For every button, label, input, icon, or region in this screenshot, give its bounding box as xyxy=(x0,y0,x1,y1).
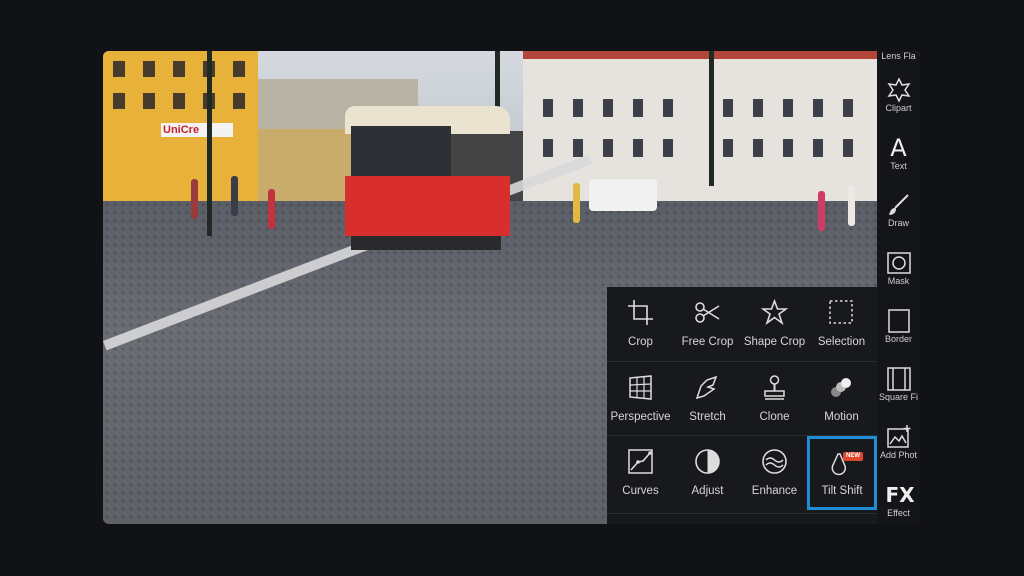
toolbar-item-label: Square Fi xyxy=(878,392,919,402)
photo-person xyxy=(191,179,198,219)
add-photo-icon xyxy=(886,425,910,448)
tool-label: Crop xyxy=(628,336,653,348)
toolbar-item-mask[interactable]: Mask xyxy=(877,250,920,286)
tools-row: Crop Free Crop Shape Crop Selection xyxy=(607,287,877,361)
tool-selection[interactable]: Selection xyxy=(808,287,875,361)
tool-tilt-shift[interactable]: NEW Tilt Shift xyxy=(807,436,877,510)
tool-crop[interactable]: Crop xyxy=(607,287,674,361)
toolbar-item-border[interactable]: Border xyxy=(877,308,920,344)
toolbar-item-label: Effect xyxy=(887,508,910,518)
tools-row: Curves Adjust Enhance NEW Tilt Shift xyxy=(607,435,877,510)
editor-canvas[interactable]: UniCre Lens Fla Clipart A Text Draw Mask… xyxy=(103,51,920,524)
photo-pole xyxy=(207,51,212,236)
stretch-icon xyxy=(695,375,718,400)
toolbar-item-square-fit[interactable]: Square Fi xyxy=(877,366,920,402)
tool-shape-crop[interactable]: Shape Crop xyxy=(741,287,808,361)
tools-row-partial xyxy=(607,513,877,524)
toolbar-item-effect[interactable]: FX Effect xyxy=(877,482,920,518)
tools-panel: Crop Free Crop Shape Crop Selection Pers… xyxy=(607,287,877,524)
motion-icon xyxy=(831,378,851,397)
mask-icon xyxy=(886,252,911,274)
toolbar-item-label: Text xyxy=(890,161,907,171)
tool-clone[interactable]: Clone xyxy=(741,362,808,436)
tool-label: Enhance xyxy=(751,485,798,497)
fx-icon: FX xyxy=(885,483,915,507)
selection-icon xyxy=(829,300,853,324)
tool-label: Tilt Shift xyxy=(821,485,863,497)
photo-person xyxy=(268,189,275,229)
tool-stretch[interactable]: Stretch xyxy=(674,362,741,436)
toolbar-item-label: Mask xyxy=(887,276,910,286)
tool-label: Perspective xyxy=(610,411,671,423)
toolbar-item-label: Draw xyxy=(887,218,909,228)
tool-perspective[interactable]: Perspective xyxy=(607,362,674,436)
adjust-icon xyxy=(695,449,720,474)
tool-label: Shape Crop xyxy=(743,336,806,348)
scissors-icon xyxy=(695,302,720,323)
tool-label: Curves xyxy=(622,485,659,497)
perspective-icon xyxy=(629,375,652,400)
brush-icon xyxy=(888,194,909,215)
tool-label: Motion xyxy=(824,411,859,423)
toolbar-item-label: Clipart xyxy=(885,103,912,113)
enhance-icon xyxy=(762,449,787,474)
clipart-icon xyxy=(886,77,911,103)
tool-free-crop[interactable]: Free Crop xyxy=(674,287,741,361)
tool-label: Selection xyxy=(817,336,866,348)
tool-motion[interactable]: Motion xyxy=(808,362,875,436)
photo-sign: UniCre xyxy=(161,123,233,137)
text-icon: A xyxy=(890,134,907,162)
square-fit-icon xyxy=(886,367,911,391)
photo-van xyxy=(589,179,657,211)
tool-adjust[interactable]: Adjust xyxy=(674,436,741,510)
curves-icon xyxy=(628,449,653,474)
photo-person xyxy=(848,186,855,226)
star-icon xyxy=(761,299,788,326)
tool-curves[interactable]: Curves xyxy=(607,436,674,510)
photo-person xyxy=(818,191,825,231)
toolbar-item-add-photo[interactable]: Add Phot xyxy=(877,424,920,460)
crop-icon xyxy=(628,300,653,325)
photo-tram xyxy=(345,106,510,256)
toolbar-item-lens-flare-label[interactable]: Lens Fla xyxy=(877,51,920,61)
stamp-icon xyxy=(764,375,785,400)
right-toolbar: Lens Fla Clipart A Text Draw Mask Border… xyxy=(877,51,920,524)
tool-label: Stretch xyxy=(689,411,726,423)
toolbar-item-draw[interactable]: Draw xyxy=(877,192,920,228)
tool-label: Clone xyxy=(759,411,790,423)
tool-label: Adjust xyxy=(691,485,724,497)
tools-row: Perspective Stretch Clone Motion xyxy=(607,361,877,436)
photo-pole xyxy=(709,51,714,186)
toolbar-item-clipart[interactable]: Clipart xyxy=(877,77,920,113)
photo-person xyxy=(573,183,580,223)
border-icon xyxy=(887,309,910,333)
toolbar-item-label: Border xyxy=(884,334,912,344)
tool-enhance[interactable]: Enhance xyxy=(741,436,808,510)
new-badge: NEW xyxy=(843,452,863,461)
toolbar-item-label: Add Phot xyxy=(879,450,918,460)
photo-person xyxy=(231,176,238,216)
tool-label: Free Crop xyxy=(681,336,734,348)
toolbar-item-text[interactable]: A Text xyxy=(877,135,920,171)
